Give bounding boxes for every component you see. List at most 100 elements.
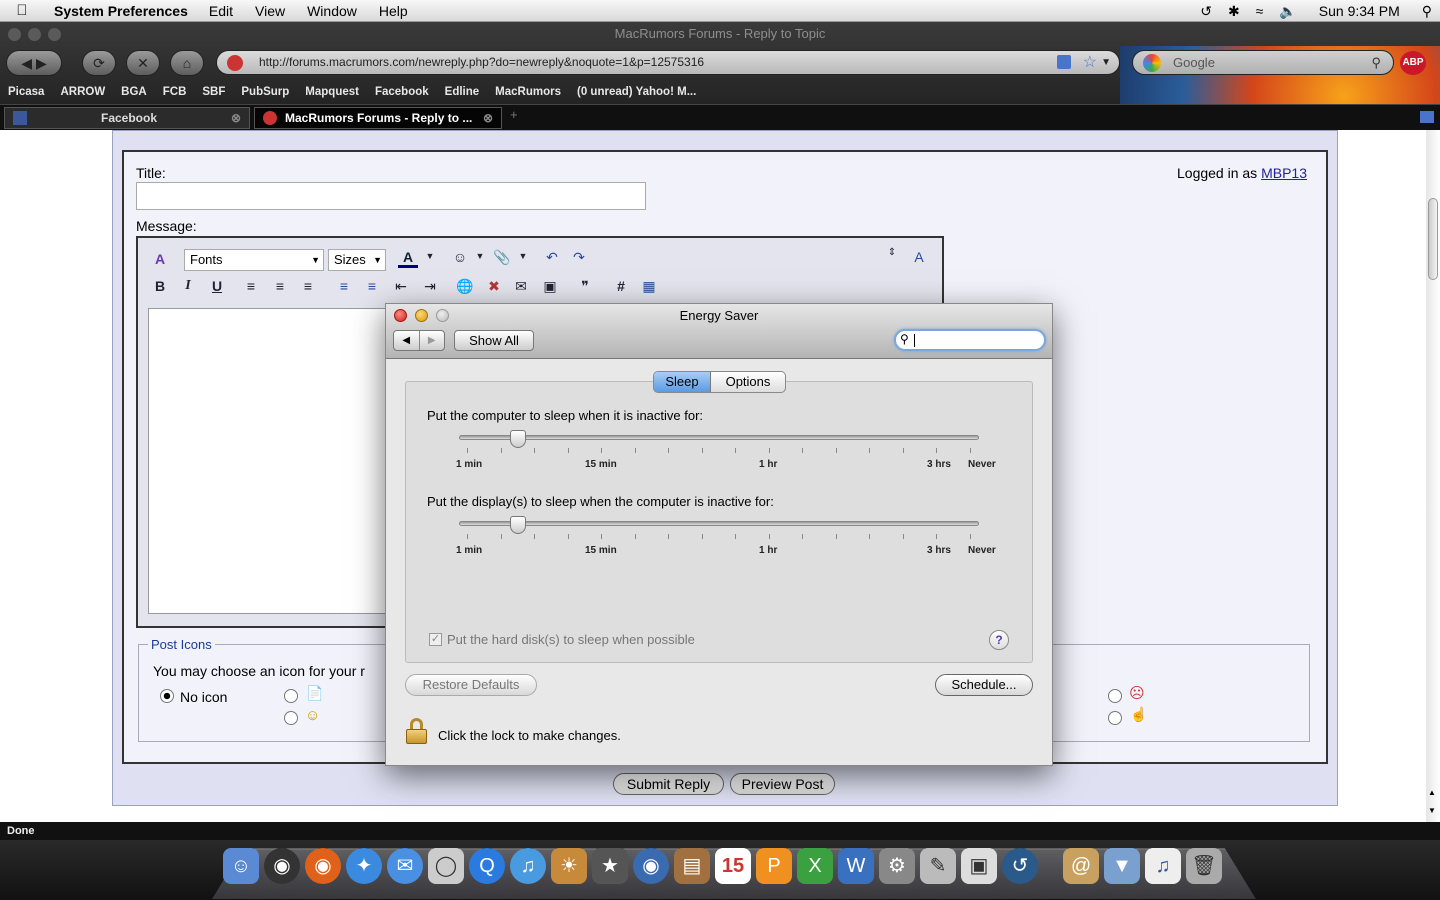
search-bar[interactable]: Google ⚲ — [1132, 50, 1394, 75]
stop-icon[interactable]: ✕ — [126, 50, 160, 76]
word-icon[interactable]: W — [838, 848, 874, 884]
fonts-select[interactable]: Fonts ▼ — [184, 249, 324, 271]
finder-icon[interactable]: ☺ — [223, 848, 259, 884]
home-icon[interactable]: ⌂ — [170, 50, 204, 76]
downloads-folder-icon[interactable]: ▼ — [1104, 848, 1140, 884]
rss-icon[interactable] — [1057, 55, 1071, 69]
iweb-icon[interactable]: ▤ — [674, 848, 710, 884]
time-machine-icon[interactable]: ↺ — [1192, 3, 1220, 20]
forward-arrow-icon[interactable]: ▶ — [36, 55, 47, 71]
bookmark-facebook[interactable]: Facebook — [367, 86, 437, 98]
menu-window[interactable]: Window — [296, 3, 368, 19]
tab-options[interactable]: Options — [711, 372, 785, 392]
computer-sleep-slider-knob[interactable] — [510, 430, 526, 448]
schedule-button[interactable]: Schedule... — [935, 674, 1033, 696]
google-icon[interactable] — [1143, 54, 1161, 72]
back-arrow-icon[interactable]: ◀ — [21, 55, 32, 71]
bookmark-pubsurp[interactable]: PubSurp — [233, 86, 297, 98]
remove-format-icon[interactable]: A — [150, 251, 170, 267]
help-button[interactable]: ? — [989, 630, 1009, 650]
bookmark-picasa[interactable]: Picasa — [0, 86, 52, 98]
title-input[interactable] — [136, 182, 646, 210]
restore-defaults-button[interactable]: Restore Defaults — [405, 674, 537, 696]
underline-icon[interactable]: U — [207, 278, 227, 294]
close-window-button[interactable] — [8, 28, 21, 41]
dvd-player-icon[interactable]: ◯ — [428, 848, 464, 884]
trash-icon[interactable]: 🗑 — [1186, 848, 1222, 884]
iphoto-icon[interactable]: ☀ — [551, 848, 587, 884]
quicktime-icon[interactable]: Q — [469, 848, 505, 884]
wifi-icon[interactable]: ≈ — [1248, 3, 1272, 19]
new-tab-button[interactable]: + — [510, 107, 518, 122]
menu-clock[interactable]: Sun 9:34 PM — [1305, 3, 1414, 19]
forward-arrow-icon[interactable]: ▶ — [420, 331, 445, 350]
back-forward-button[interactable]: ◀ ▶ — [6, 50, 62, 76]
tab-close-icon[interactable]: ⊗ — [483, 108, 493, 128]
bookmark-edline[interactable]: Edline — [437, 86, 488, 98]
bold-icon[interactable]: B — [150, 278, 170, 294]
firefox-icon[interactable]: ◉ — [305, 848, 341, 884]
bookmark-bga[interactable]: BGA — [113, 86, 155, 98]
bookmark-arrow[interactable]: ARROW — [52, 86, 113, 98]
url-text[interactable]: http://forums.macrumors.com/newreply.php… — [259, 55, 704, 69]
adblock-icon[interactable]: ABP — [1400, 51, 1426, 75]
mp3-file-icon[interactable]: ♫ — [1145, 848, 1181, 884]
ical-icon[interactable]: 15 — [715, 848, 751, 884]
computer-sleep-slider[interactable] — [459, 435, 979, 440]
spotlight-icon[interactable]: ⚲ — [1414, 3, 1440, 20]
system-preferences-icon[interactable]: ⚙ — [879, 848, 915, 884]
itunes-icon[interactable]: ♫ — [510, 848, 546, 884]
code-icon[interactable]: # — [611, 278, 631, 294]
menu-view[interactable]: View — [244, 3, 296, 19]
excel-icon[interactable]: X — [797, 848, 833, 884]
powerpoint-icon[interactable]: P — [756, 848, 792, 884]
bookmark-sbf[interactable]: SBF — [194, 86, 233, 98]
text-color-icon[interactable]: A — [398, 249, 418, 268]
preview-icon[interactable]: ▣ — [961, 848, 997, 884]
display-sleep-slider-knob[interactable] — [510, 516, 526, 534]
idvd-icon[interactable]: ◉ — [633, 848, 669, 884]
bookmark-fcb[interactable]: FCB — [155, 86, 195, 98]
imovie-icon[interactable]: ★ — [592, 848, 628, 884]
switch-editor-mode-icon[interactable]: A — [909, 249, 929, 265]
scroll-up-icon[interactable]: ▲ — [1428, 788, 1436, 797]
tab-list-icon[interactable] — [1420, 111, 1434, 123]
message-textarea[interactable] — [148, 308, 388, 614]
bookmark-yahoo-mail[interactable]: (0 unread) Yahoo! M... — [569, 86, 704, 98]
chevron-down-icon[interactable]: ▼ — [420, 251, 440, 261]
php-code-icon[interactable]: ▦ — [639, 278, 659, 295]
display-sleep-slider[interactable] — [459, 521, 979, 526]
sizes-select[interactable]: Sizes ▼ — [328, 249, 386, 271]
preview-post-button[interactable]: Preview Post — [730, 773, 835, 795]
tab-close-icon[interactable]: ⊗ — [231, 108, 241, 128]
bookmark-mapquest[interactable]: Mapquest — [297, 86, 367, 98]
menu-help[interactable]: Help — [368, 3, 419, 19]
resize-editor-icon[interactable]: ⇕ — [882, 247, 902, 258]
safari-icon[interactable]: ✦ — [346, 848, 382, 884]
dashboard-icon[interactable]: ◉ — [264, 848, 300, 884]
bookmark-star-icon[interactable]: ☆ — [1083, 51, 1097, 74]
post-icon-radio[interactable] — [284, 711, 298, 725]
post-icon-radio[interactable] — [1108, 689, 1122, 703]
redo-icon[interactable]: ↷ — [569, 249, 589, 266]
undo-icon[interactable]: ↶ — [542, 249, 562, 266]
insert-image-icon[interactable]: ▣ — [540, 278, 560, 295]
submit-reply-button[interactable]: Submit Reply — [613, 773, 724, 795]
outdent-icon[interactable]: ⇤ — [391, 278, 411, 295]
insert-email-icon[interactable]: ✉ — [511, 278, 531, 295]
volume-icon[interactable]: 🔈 — [1271, 3, 1304, 20]
minimize-window-button[interactable] — [28, 28, 41, 41]
search-field[interactable]: ⚲ — [894, 329, 1046, 351]
quote-icon[interactable]: ❞ — [575, 278, 595, 295]
post-icon-radio[interactable] — [284, 689, 298, 703]
unordered-list-icon[interactable]: ≡ — [362, 278, 382, 294]
documents-stack-icon[interactable]: @ — [1063, 848, 1099, 884]
reload-icon[interactable]: ⟳ — [82, 50, 116, 76]
textedit-icon[interactable]: ✎ — [920, 848, 956, 884]
bluetooth-icon[interactable]: ✱ — [1220, 3, 1248, 20]
back-arrow-icon[interactable]: ◀ — [394, 331, 420, 350]
address-bar[interactable]: http://forums.macrumors.com/newreply.php… — [216, 50, 1120, 75]
align-left-icon[interactable]: ≡ — [241, 278, 261, 294]
scrollbar-thumb[interactable] — [1428, 198, 1438, 280]
chevron-down-icon[interactable]: ▼ — [513, 251, 533, 261]
